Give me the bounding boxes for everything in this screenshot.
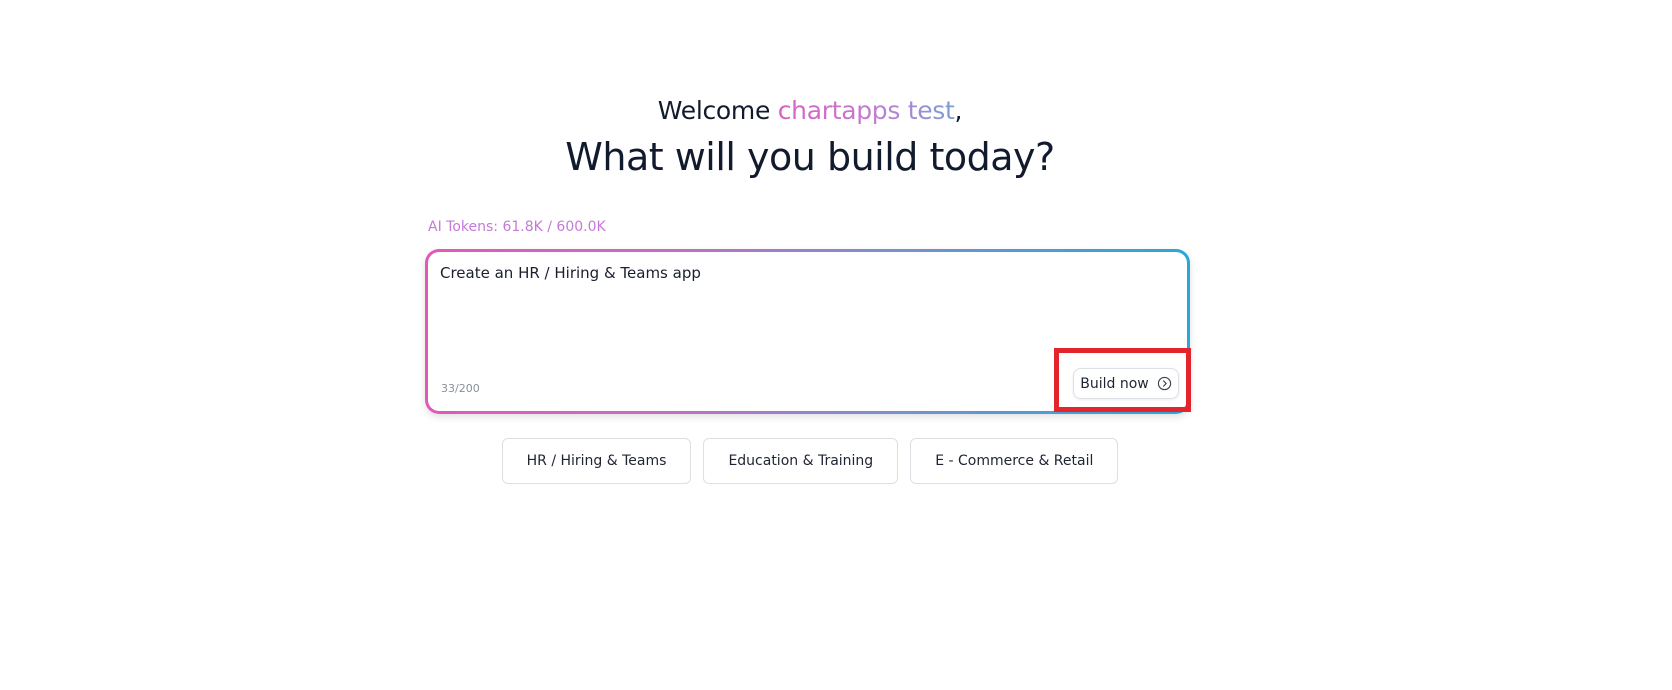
suggestion-chips: HR / Hiring & Teams Education & Training… — [0, 438, 1620, 484]
user-name: chartapps test — [777, 96, 955, 125]
chevron-right-circle-icon — [1157, 376, 1172, 391]
prompt-box: 33/200 Build now — [425, 249, 1190, 414]
suggestion-chip-education-training[interactable]: Education & Training — [703, 438, 899, 484]
character-counter: 33/200 — [441, 382, 480, 395]
ai-tokens-label: AI Tokens: 61.8K / 600.0K — [428, 219, 606, 235]
welcome-prefix: Welcome — [657, 96, 778, 125]
welcome-suffix: , — [954, 96, 963, 125]
prompt-input[interactable] — [440, 264, 1140, 282]
page: Welcome chartapps test, What will you bu… — [0, 0, 1672, 690]
prompt-box-inner: 33/200 Build now — [428, 252, 1187, 411]
suggestion-chip-hr-hiring-teams[interactable]: HR / Hiring & Teams — [501, 438, 692, 484]
build-now-label: Build now — [1080, 375, 1149, 392]
suggestion-chip-ecommerce-retail[interactable]: E - Commerce & Retail — [910, 438, 1119, 484]
page-title: What will you build today? — [565, 135, 1055, 179]
welcome-line: Welcome chartapps test, — [0, 96, 1620, 125]
build-now-button[interactable]: Build now — [1073, 368, 1179, 399]
